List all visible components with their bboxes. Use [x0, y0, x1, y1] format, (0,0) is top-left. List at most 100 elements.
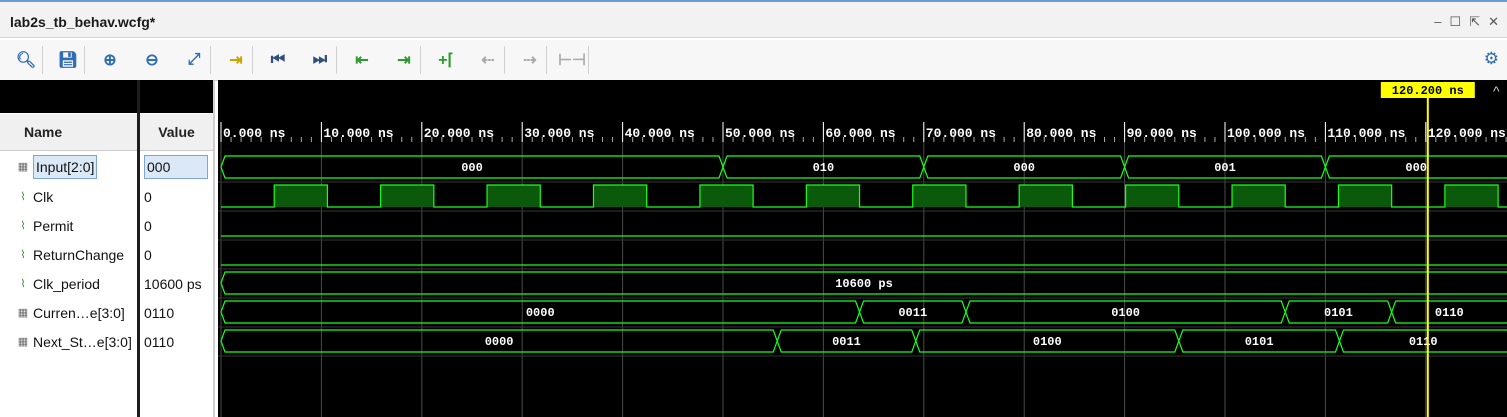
input-wave-value-label: 000	[1405, 161, 1427, 175]
toolbar-separator	[84, 46, 85, 74]
signal-row-name[interactable]: ›▦Input[2:0]	[14, 152, 136, 181]
zoom-in-button[interactable]: ⊕	[98, 49, 122, 71]
go-to-start-icon: ⏮	[270, 51, 286, 68]
signal-row-name[interactable]: ›▦Next_St…e[3:0]	[14, 327, 136, 356]
wire-signal-icon: ⌇	[20, 278, 26, 290]
value-panel-header-spacer	[140, 80, 213, 113]
gear-icon[interactable]: ⚙	[1484, 49, 1499, 69]
go-to-cursor-button[interactable]: ⇥	[224, 49, 248, 71]
tick-label: 120.000 ns	[1428, 126, 1506, 141]
minimize-icon[interactable]: –	[1434, 14, 1441, 30]
go-to-end-button[interactable]: ⏭	[308, 49, 332, 71]
zoom-in-icon: ⊕	[103, 52, 117, 69]
clk-high-pulse	[699, 185, 754, 207]
next-marker-icon: ⇢	[523, 52, 537, 69]
current-state-wave-value-label: 0101	[1324, 306, 1353, 320]
signal-value: 0	[144, 182, 210, 211]
signal-value: 0	[144, 211, 210, 240]
signal-row-name[interactable]: ⌇ Clk	[14, 182, 136, 211]
clk-high-pulse	[380, 185, 434, 207]
waveform-canvas[interactable]: 0.000 ns 10.000 ns 20.000 ns 30.000 ns 40.00…	[218, 80, 1507, 417]
next-state-wave-value-label: 0101	[1245, 335, 1274, 349]
cursor-time-label: 120.200 ns	[1392, 84, 1464, 98]
window-title: lab2s_tb_behav.wcfg*	[10, 14, 156, 30]
save-button[interactable]: 💾︎	[56, 49, 80, 71]
next-state-wave-value-label: 0000	[485, 335, 514, 349]
signal-row-name[interactable]: ⌇ Permit	[14, 211, 136, 240]
signal-value-text: 0	[144, 246, 152, 263]
toolbar-separator	[546, 46, 547, 74]
next-transition-button[interactable]: ⇥	[392, 49, 416, 71]
tick-label: 110.000 ns	[1327, 126, 1405, 141]
tick-label: 80.000 ns	[1026, 126, 1096, 141]
clk-high-pulse	[1232, 185, 1286, 207]
clk-high-pulse	[593, 185, 647, 207]
bus-signal-icon: ▦	[17, 161, 29, 173]
clk-high-pulse	[806, 185, 860, 207]
value-wave-splitter[interactable]	[213, 80, 215, 417]
magnifier-icon: 🔍︎	[15, 52, 37, 69]
wire-signal-icon: ⌇	[20, 220, 26, 232]
zoom-out-button[interactable]: ⊖	[140, 49, 164, 71]
signal-value: 10600 ps	[144, 269, 210, 298]
next-transition-icon: ⇥	[397, 52, 411, 69]
go-to-start-button[interactable]: ⏮	[266, 49, 290, 71]
toolbar-separator	[504, 46, 505, 74]
zoom-fit-icon: ⤢	[187, 51, 201, 68]
name-column-header[interactable]: Name	[0, 114, 137, 151]
previous-transition-icon: ⇤	[355, 52, 369, 69]
swap-cursors-button[interactable]: ⊢⊣	[558, 49, 586, 71]
clk-high-pulse	[274, 185, 328, 207]
tick-label: 10.000 ns	[323, 126, 393, 141]
bus-signal-icon: ▦	[17, 307, 29, 319]
add-marker-icon: +⌈	[438, 52, 454, 69]
signal-value-text: 10600 ps	[144, 275, 202, 292]
input-wave-value-label: 000	[461, 161, 483, 175]
zoom-fit-button[interactable]: ⤢	[182, 49, 206, 71]
signal-name: Curren…e[3:0]	[33, 304, 125, 321]
toolbar-separator	[42, 46, 43, 74]
scroll-up-icon[interactable]: ^	[1493, 83, 1500, 99]
toolbar-separator	[210, 46, 211, 74]
current-state-wave-value-label: 0110	[1435, 306, 1464, 320]
value-column-header[interactable]: Value	[140, 114, 213, 151]
current-state-wave-value-label: 0100	[1111, 306, 1140, 320]
search-button[interactable]: 🔍︎	[14, 49, 38, 71]
clk-high-pulse	[1338, 185, 1392, 207]
add-marker-button[interactable]: +⌈	[434, 49, 458, 71]
tick-label: 30.000 ns	[524, 126, 594, 141]
next-marker-button[interactable]: ⇢	[518, 49, 542, 71]
signal-name: Permit	[33, 217, 74, 234]
signal-row-name[interactable]: ›▦Curren…e[3:0]	[14, 298, 136, 327]
tick-label: 90.000 ns	[1127, 126, 1197, 141]
wire-signal-icon: ⌇	[20, 249, 26, 261]
previous-transition-button[interactable]: ⇤	[350, 49, 374, 71]
signal-name-panel: Name ›▦Input[2:0] ⌇ Clk ⌇ Permit ⌇ ReturnChang…	[0, 80, 137, 417]
signal-name: ReturnChange	[33, 246, 125, 263]
signal-name: Next_St…e[3:0]	[33, 333, 132, 350]
signal-row-name[interactable]: ⌇ ReturnChange	[14, 240, 136, 269]
next-state-wave-value-label: 0100	[1033, 335, 1062, 349]
signal-value: 0110	[144, 327, 210, 356]
tick-label: 60.000 ns	[825, 126, 895, 141]
wire-signal-icon: ⌇	[20, 191, 26, 203]
waveform-toolbar: 🔍︎ 💾︎ ⊕ ⊖ ⤢ ⇥ ⏮ ⏭ ⇤ ⇥ +⌈ ⇠ ⇢ ⊢⊣ ⚙	[0, 40, 1507, 81]
zoom-out-icon: ⊖	[145, 52, 159, 69]
close-icon[interactable]: ✕	[1488, 14, 1499, 30]
clk-period-wave-value-label: 10600 ps	[835, 277, 893, 291]
input-wave-value-label: 010	[813, 161, 835, 175]
signal-row-name[interactable]: ⌇ Clk_period	[14, 269, 136, 298]
restore-icon[interactable]: ⇱	[1469, 14, 1480, 30]
toolbar-separator	[336, 46, 337, 74]
toolbar-separator	[588, 46, 589, 74]
previous-marker-icon: ⇠	[481, 52, 495, 69]
input-wave-value-label: 001	[1214, 161, 1236, 175]
signal-name: Clk	[33, 188, 54, 205]
signal-value-text: 0110	[144, 304, 175, 321]
next-state-wave-value-label: 0110	[1409, 335, 1438, 349]
tick-label: 40.000 ns	[625, 126, 695, 141]
maximize-icon[interactable]: ☐	[1450, 14, 1462, 30]
signal-value-panel: Value 000 0 0 0 10600 ps 0110 0110	[140, 80, 213, 417]
previous-marker-button[interactable]: ⇠	[476, 49, 500, 71]
bus-signal-icon: ▦	[17, 336, 29, 348]
